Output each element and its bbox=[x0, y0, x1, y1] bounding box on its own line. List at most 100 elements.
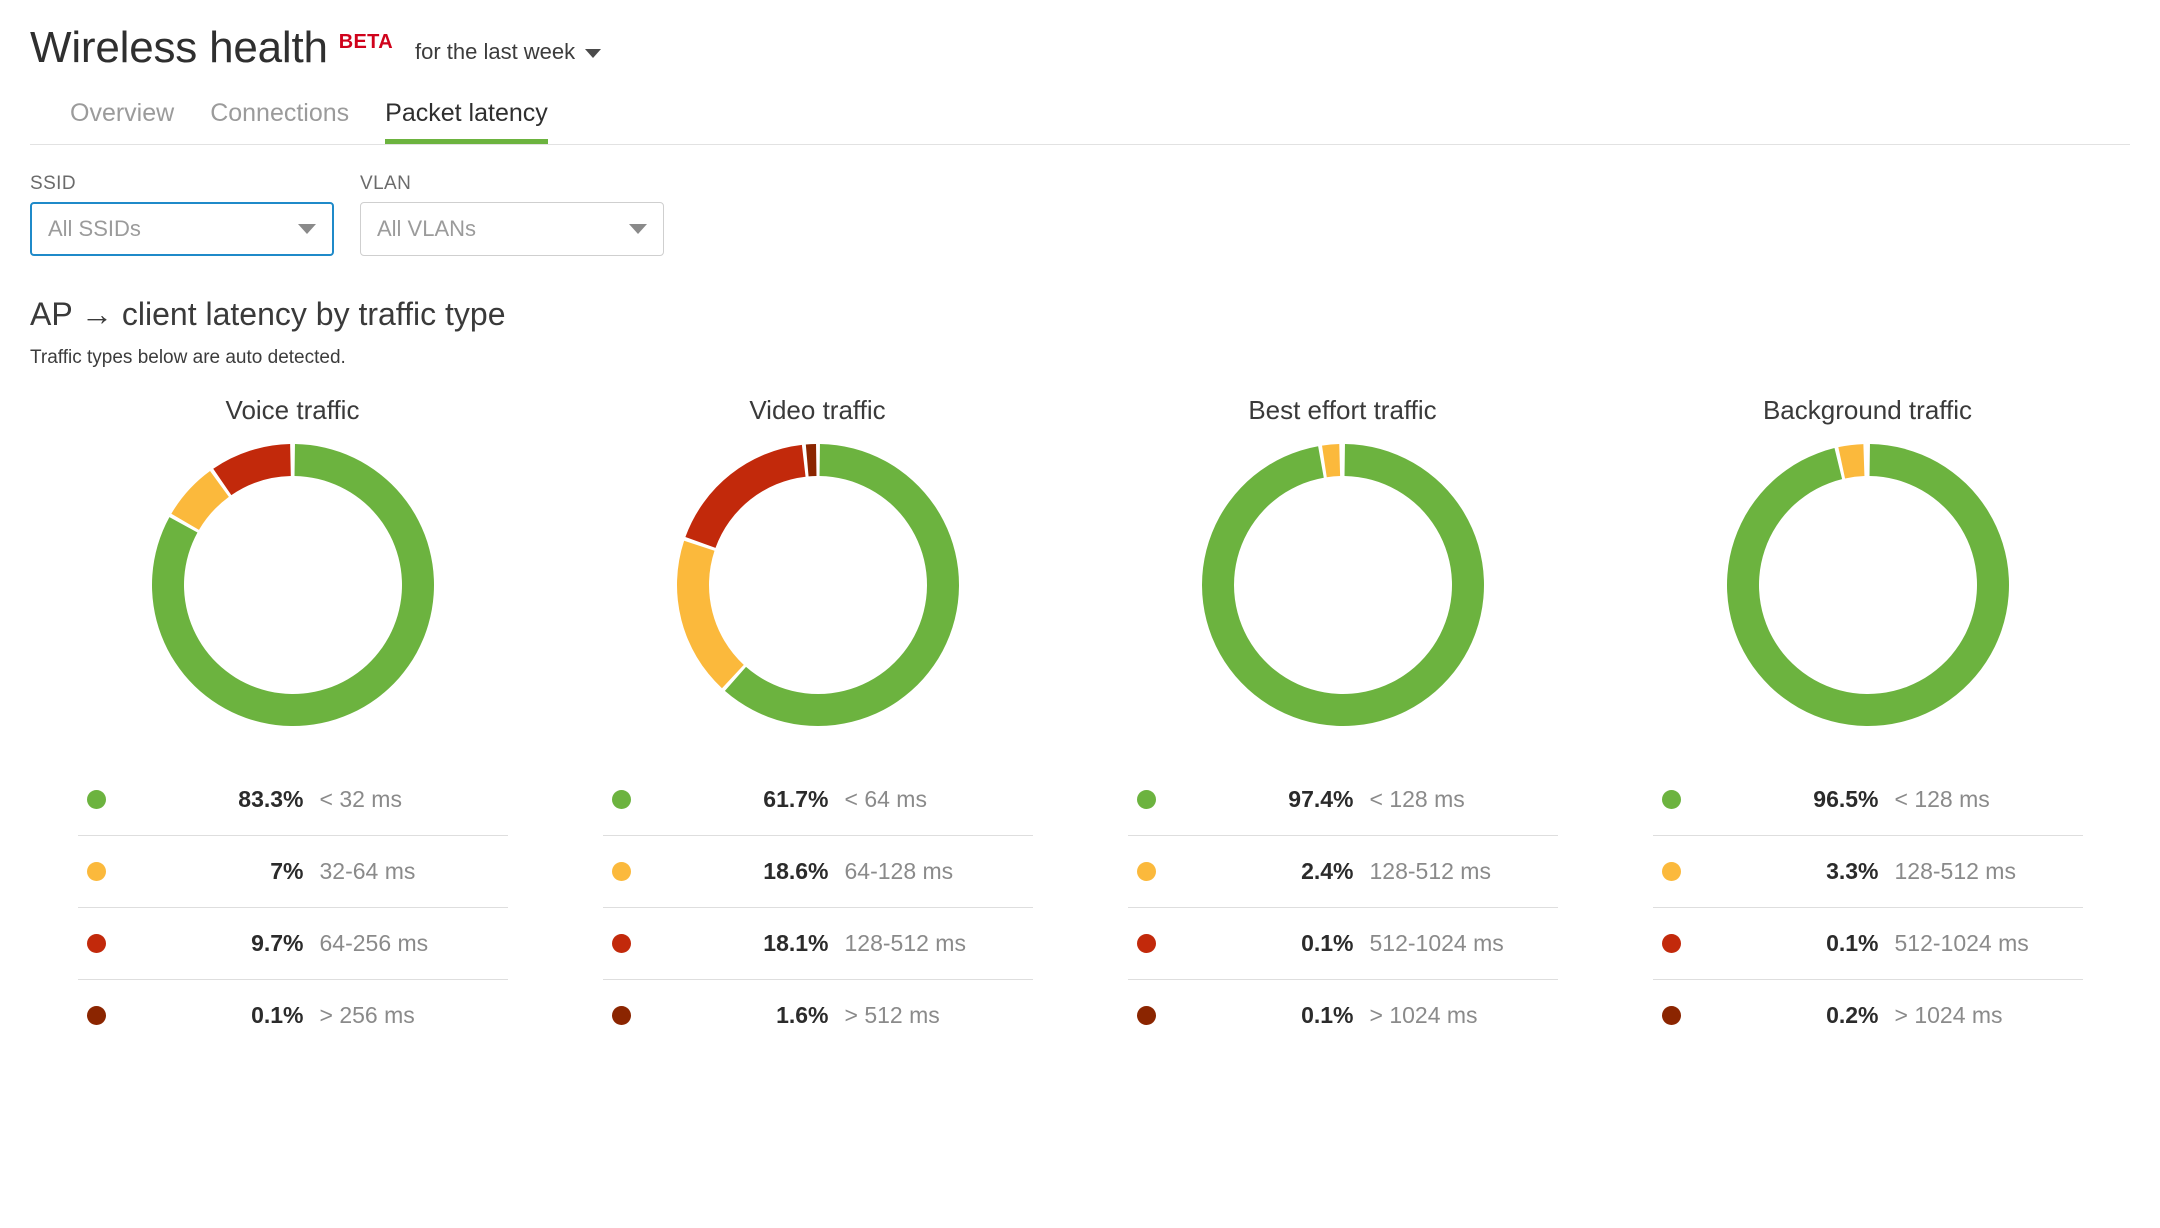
chart-card-background-traffic: Background traffic 96.5% < 128 ms 3.3% 128-… bbox=[1605, 395, 2130, 1051]
legend-percent: 18.1% bbox=[763, 930, 829, 956]
ssid-select[interactable]: All SSIDs bbox=[30, 202, 334, 256]
legend-swatch-cell bbox=[602, 933, 661, 953]
legend-row[interactable]: 1.6% > 512 ms bbox=[602, 979, 1033, 1051]
legend-background-traffic: 96.5% < 128 ms 3.3% 128-512 ms 0.1% 512-1024 … bbox=[1652, 764, 2083, 1051]
legend-row[interactable]: 0.1% 512-1024 ms bbox=[1127, 907, 1558, 979]
legend-range-label: < 64 ms bbox=[844, 786, 927, 812]
legend-color-dot-icon bbox=[611, 934, 631, 953]
tab-connections[interactable]: Connections bbox=[210, 98, 349, 144]
legend-range-label: 32-64 ms bbox=[319, 858, 416, 884]
donut-segment[interactable] bbox=[684, 444, 806, 548]
page-header: Wireless health BETA for the last week bbox=[30, 0, 2130, 70]
donut-chart-voice-traffic[interactable] bbox=[148, 440, 438, 730]
legend-row[interactable]: 0.1% > 256 ms bbox=[77, 979, 508, 1051]
legend-swatch-cell bbox=[1127, 861, 1186, 881]
tab-overview[interactable]: Overview bbox=[70, 98, 174, 144]
legend-range-label: < 128 ms bbox=[1894, 786, 1990, 812]
donut-chart-best-effort-traffic[interactable] bbox=[1198, 440, 1488, 730]
beta-badge: BETA bbox=[338, 31, 393, 53]
tab-packet-latency[interactable]: Packet latency bbox=[385, 98, 548, 144]
chart-card-video-traffic: Video traffic 61.7% < 64 ms 18.6% 64-128 ms… bbox=[555, 395, 1080, 1051]
wireless-health-page: Wireless health BETA for the last week O… bbox=[0, 0, 2160, 1228]
legend-color-dot-icon bbox=[1661, 790, 1681, 809]
vlan-label: VLAN bbox=[360, 173, 412, 194]
legend-color-dot-icon bbox=[611, 862, 631, 881]
donut-chart-video-traffic[interactable] bbox=[673, 440, 963, 730]
timeframe-label: for the last week bbox=[414, 39, 576, 64]
legend-best-effort-traffic: 97.4% < 128 ms 2.4% 128-512 ms 0.1% 512-1024 … bbox=[1127, 764, 1558, 1051]
donut-segment[interactable] bbox=[805, 444, 816, 477]
chart-card-best-effort-traffic: Best effort traffic 97.4% < 128 ms 2.4% 128… bbox=[1080, 395, 1605, 1051]
legend-row[interactable]: 0.1% 512-1024 ms bbox=[1652, 907, 2083, 979]
legend-swatch-cell bbox=[1652, 933, 1711, 953]
legend-swatch-cell bbox=[1127, 1005, 1186, 1025]
legend-row[interactable]: 97.4% < 128 ms bbox=[1128, 764, 1558, 835]
legend-row[interactable]: 18.6% 64-128 ms bbox=[602, 835, 1033, 907]
legend-swatch-cell bbox=[1653, 790, 1711, 809]
legend-range-label: 128-512 ms bbox=[1894, 858, 2016, 884]
latency-charts-grid: Voice traffic 83.3% < 32 ms 7% 32-64 ms 9.7%… bbox=[30, 395, 2130, 1051]
legend-swatch-cell bbox=[602, 861, 661, 881]
vlan-select[interactable]: All VLANs bbox=[360, 202, 664, 256]
legend-percent: 2.4% bbox=[1301, 858, 1354, 884]
legend-row[interactable]: 83.3% < 32 ms bbox=[78, 764, 508, 835]
legend-color-dot-icon bbox=[86, 790, 106, 809]
legend-row[interactable]: 18.1% 128-512 ms bbox=[602, 907, 1033, 979]
donut-segment[interactable] bbox=[212, 444, 291, 496]
legend-color-dot-icon bbox=[1136, 1006, 1156, 1025]
legend-percent: 1.6% bbox=[776, 1002, 829, 1028]
legend-row[interactable]: 96.5% < 128 ms bbox=[1653, 764, 2083, 835]
legend-percent: 0.1% bbox=[1826, 930, 1879, 956]
legend-color-dot-icon bbox=[1661, 862, 1681, 881]
legend-swatch-cell bbox=[1128, 790, 1186, 809]
filter-vlan: VLAN All VLANs bbox=[360, 173, 664, 256]
legend-range-label: > 256 ms bbox=[319, 1002, 415, 1028]
donut-segment[interactable] bbox=[676, 540, 744, 689]
legend-row[interactable]: 2.4% 128-512 ms bbox=[1127, 835, 1558, 907]
legend-color-dot-icon bbox=[1136, 790, 1156, 809]
donut-segment[interactable] bbox=[1837, 444, 1864, 479]
donut-segment[interactable] bbox=[1726, 444, 2009, 726]
donut-segment[interactable] bbox=[170, 470, 229, 530]
filter-ssid: SSID All SSIDs bbox=[30, 173, 334, 256]
legend-range-label: > 512 ms bbox=[844, 1002, 940, 1028]
legend-range-label: 512-1024 ms bbox=[1369, 930, 1504, 956]
timeframe-selector[interactable]: for the last week bbox=[414, 39, 602, 65]
chevron-down-icon bbox=[629, 224, 647, 234]
legend-row[interactable]: 0.1% > 1024 ms bbox=[1127, 979, 1558, 1051]
legend-swatch-cell bbox=[78, 790, 136, 809]
legend-color-dot-icon bbox=[86, 862, 106, 881]
vlan-select-value: All VLANs bbox=[377, 216, 477, 241]
legend-range-label: < 32 ms bbox=[319, 786, 402, 812]
legend-swatch-cell bbox=[1127, 933, 1186, 953]
legend-percent: 0.2% bbox=[1826, 1002, 1879, 1028]
legend-video-traffic: 61.7% < 64 ms 18.6% 64-128 ms 18.1% 128-512 m… bbox=[602, 764, 1033, 1051]
legend-range-label: 64-128 ms bbox=[844, 858, 954, 884]
legend-percent: 18.6% bbox=[763, 858, 829, 884]
legend-swatch-cell bbox=[1652, 1005, 1711, 1025]
legend-row[interactable]: 0.2% > 1024 ms bbox=[1652, 979, 2083, 1051]
legend-row[interactable]: 3.3% 128-512 ms bbox=[1652, 835, 2083, 907]
legend-color-dot-icon bbox=[611, 1006, 631, 1025]
chart-title: Background traffic bbox=[1762, 395, 1973, 425]
donut-segment[interactable] bbox=[1201, 444, 1484, 726]
legend-percent: 97.4% bbox=[1288, 786, 1354, 812]
page-title: Wireless health bbox=[30, 23, 328, 72]
legend-color-dot-icon bbox=[1661, 1006, 1681, 1025]
chart-title: Best effort traffic bbox=[1248, 395, 1437, 425]
legend-color-dot-icon bbox=[1136, 934, 1156, 953]
legend-color-dot-icon bbox=[1661, 934, 1681, 953]
legend-range-label: 64-256 ms bbox=[319, 930, 429, 956]
chart-card-voice-traffic: Voice traffic 83.3% < 32 ms 7% 32-64 ms 9.7%… bbox=[30, 395, 555, 1051]
section-title: AP → client latency by traffic type bbox=[30, 296, 506, 332]
legend-row[interactable]: 61.7% < 64 ms bbox=[603, 764, 1033, 835]
donut-segment[interactable] bbox=[1321, 444, 1340, 478]
legend-percent: 0.1% bbox=[1301, 1002, 1354, 1028]
legend-row[interactable]: 7% 32-64 ms bbox=[77, 835, 508, 907]
legend-row[interactable]: 9.7% 64-256 ms bbox=[77, 907, 508, 979]
chevron-down-icon bbox=[298, 224, 316, 234]
legend-range-label: 512-1024 ms bbox=[1894, 930, 2029, 956]
donut-chart-background-traffic[interactable] bbox=[1723, 440, 2013, 730]
legend-color-dot-icon bbox=[611, 790, 631, 809]
chart-title: Voice traffic bbox=[225, 395, 360, 425]
